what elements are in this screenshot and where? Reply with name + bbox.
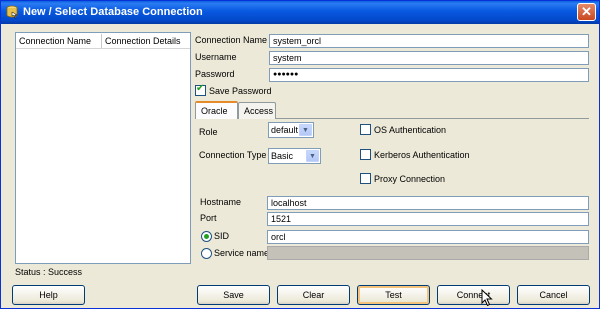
chevron-down-icon[interactable]: ▼	[306, 150, 319, 162]
service-name-radio[interactable]	[201, 248, 212, 259]
sid-input[interactable]: orcl	[267, 230, 589, 244]
column-separator[interactable]	[101, 34, 102, 48]
kerberos-authentication-label: Kerberos Authentication	[374, 150, 470, 160]
os-authentication-checkbox[interactable]	[360, 124, 371, 135]
clear-button[interactable]: Clear	[277, 285, 350, 305]
sid-radio[interactable]	[201, 231, 212, 242]
username-label: Username	[195, 52, 237, 62]
save-password-label: Save Password	[209, 86, 272, 96]
connection-type-select[interactable]: Basic ▼	[268, 148, 321, 164]
tab-access[interactable]: Access	[238, 102, 276, 119]
title-bar[interactable]: New / Select Database Connection ✕	[1, 1, 599, 24]
test-button[interactable]: Test	[357, 285, 430, 305]
column-header-connection-name[interactable]: Connection Name	[19, 36, 91, 46]
service-name-label: Service name	[214, 248, 270, 258]
chevron-down-icon[interactable]: ▼	[299, 124, 312, 136]
port-label: Port	[200, 213, 217, 223]
database-connection-icon	[6, 5, 18, 19]
connection-type-label: Connection Type	[199, 150, 267, 160]
mouse-pointer-icon	[481, 289, 493, 307]
connection-name-input[interactable]: system_orcl	[269, 34, 589, 48]
tab-oracle[interactable]: Oracle	[195, 101, 238, 119]
connection-type-value: Basic	[271, 151, 294, 161]
column-header-connection-details[interactable]: Connection Details	[105, 36, 181, 46]
sid-label: SID	[214, 231, 230, 241]
save-password-checkbox[interactable]	[195, 83, 206, 96]
connection-list[interactable]: Connection Name Connection Details	[15, 32, 191, 264]
kerberos-authentication-checkbox[interactable]	[360, 149, 371, 160]
connection-list-header: Connection Name Connection Details	[16, 33, 190, 49]
service-name-input	[267, 246, 589, 260]
proxy-connection-checkbox[interactable]	[360, 173, 371, 184]
role-select[interactable]: default ▼	[268, 122, 314, 138]
cancel-button[interactable]: Cancel	[517, 285, 590, 305]
hostname-input[interactable]: localhost	[267, 196, 589, 210]
close-button[interactable]: ✕	[577, 3, 596, 21]
password-label: Password	[195, 69, 235, 79]
window-title: New / Select Database Connection	[23, 6, 203, 18]
proxy-connection-label: Proxy Connection	[374, 174, 446, 184]
role-value: default	[271, 125, 299, 135]
port-input[interactable]: 1521	[267, 212, 589, 226]
hostname-label: Hostname	[200, 197, 242, 207]
username-input[interactable]: system	[269, 51, 589, 65]
dialog-window: New / Select Database Connection ✕ Conne…	[0, 0, 600, 309]
help-button[interactable]: Help	[12, 285, 85, 305]
role-label: Role	[199, 127, 218, 137]
save-button[interactable]: Save	[197, 285, 270, 305]
connect-button[interactable]: Connect	[437, 285, 510, 305]
status-text: Status : Success	[15, 267, 83, 277]
connection-name-label: Connection Name	[195, 35, 268, 45]
password-input[interactable]: ●●●●●●	[269, 68, 589, 82]
os-authentication-label: OS Authentication	[374, 125, 447, 135]
